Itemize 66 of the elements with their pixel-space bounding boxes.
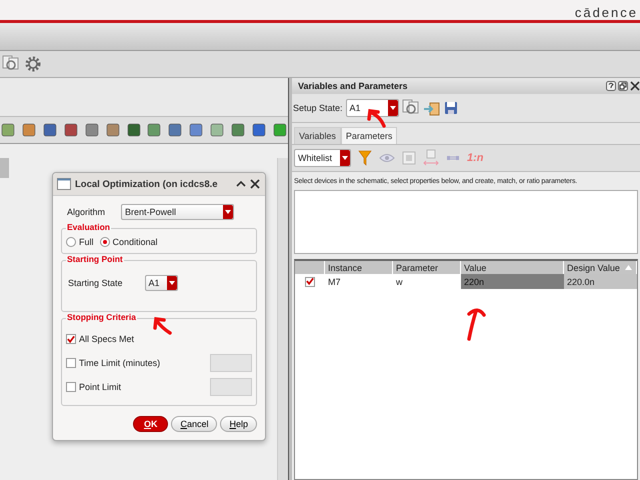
tool-icon[interactable]: [251, 122, 267, 138]
starting-state-dropdown[interactable]: A1: [144, 275, 178, 291]
radio-button[interactable]: Full: [66, 237, 94, 247]
algorithm-label: Algorithm: [67, 207, 106, 217]
tool-icon[interactable]: [272, 122, 288, 138]
help-icon[interactable]: [606, 81, 616, 91]
checkbox[interactable]: All Specs Met: [66, 334, 134, 344]
dialog-button[interactable]: OK: [132, 416, 168, 432]
tab[interactable]: Parameters: [340, 127, 398, 144]
tool-icon[interactable]: [0, 122, 16, 138]
table-cell: 220.0n: [564, 274, 637, 289]
brand-logo: cādence: [574, 5, 638, 20]
tool-icon[interactable]: [167, 122, 184, 138]
dialog-title: Local Optimization (on icdcs8.e: [75, 178, 219, 190]
column-header[interactable]: Parameter: [393, 261, 461, 274]
tool-icon[interactable]: [84, 122, 100, 138]
starting-state-label: Starting State: [68, 278, 123, 288]
column-header[interactable]: Instance: [325, 261, 393, 274]
table-cell[interactable]: 220n: [461, 274, 564, 289]
scrollbar[interactable]: [277, 158, 288, 480]
annotation-arrow-drawing: [152, 316, 174, 336]
restore-icon[interactable]: [618, 81, 628, 91]
caret-icon[interactable]: [225, 210, 232, 214]
close-icon[interactable]: [630, 81, 640, 91]
filter-icon[interactable]: [358, 150, 372, 166]
window-icon: [57, 178, 71, 190]
caret-icon[interactable]: [390, 106, 396, 110]
tab[interactable]: Variables: [294, 127, 341, 144]
group-title: Evaluation: [66, 222, 111, 232]
tool-icon[interactable]: [62, 122, 79, 138]
group-title: Starting Point: [66, 254, 124, 264]
settings-icon[interactable]: [24, 55, 42, 73]
tool-icon[interactable]: [209, 122, 226, 138]
filter-dropdown[interactable]: Whitelist: [294, 149, 351, 167]
tool-icon[interactable]: [146, 122, 162, 138]
tool-icon[interactable]: [230, 122, 246, 138]
checkmark-icon: [67, 334, 75, 344]
checkmark-icon: [306, 277, 314, 286]
group-title: Stopping Criteria: [66, 312, 137, 322]
checkbox[interactable]: [305, 276, 315, 286]
table-cell-text: M7: [327, 276, 342, 288]
tool-icon[interactable]: [104, 122, 121, 138]
panel-title: Variables and Parameters: [298, 81, 408, 91]
dialog-button[interactable]: Help: [220, 416, 257, 432]
column-header[interactable]: Value: [461, 261, 564, 274]
save-icon[interactable]: [444, 101, 458, 115]
column-header[interactable]: Design Value: [564, 261, 637, 274]
setup-state-dropdown[interactable]: A1: [346, 99, 399, 117]
caret-icon[interactable]: [236, 180, 246, 188]
tool-icon[interactable]: [188, 122, 204, 138]
algorithm-dropdown[interactable]: Brent-Powell: [121, 204, 234, 220]
radio-button[interactable]: Conditional: [100, 237, 158, 247]
close-icon[interactable]: [250, 179, 260, 189]
caret-icon[interactable]: [168, 281, 175, 285]
dialog-button[interactable]: Cancel: [171, 416, 218, 432]
tool-icon[interactable]: [20, 122, 37, 138]
setup-state-label: Setup State:: [293, 103, 343, 113]
tool-icon[interactable]: [126, 122, 142, 138]
checkbox[interactable]: Point Limit: [66, 382, 122, 392]
tool-icon[interactable]: [42, 122, 58, 138]
annotation-arrow-drawing: [366, 108, 388, 128]
annotation-arrow-drawing: [464, 306, 488, 342]
table-cell-text: w: [395, 276, 404, 288]
caret-icon[interactable]: [342, 156, 348, 160]
tab-strip: [0, 158, 9, 178]
checkbox[interactable]: Time Limit (minutes): [66, 358, 160, 368]
